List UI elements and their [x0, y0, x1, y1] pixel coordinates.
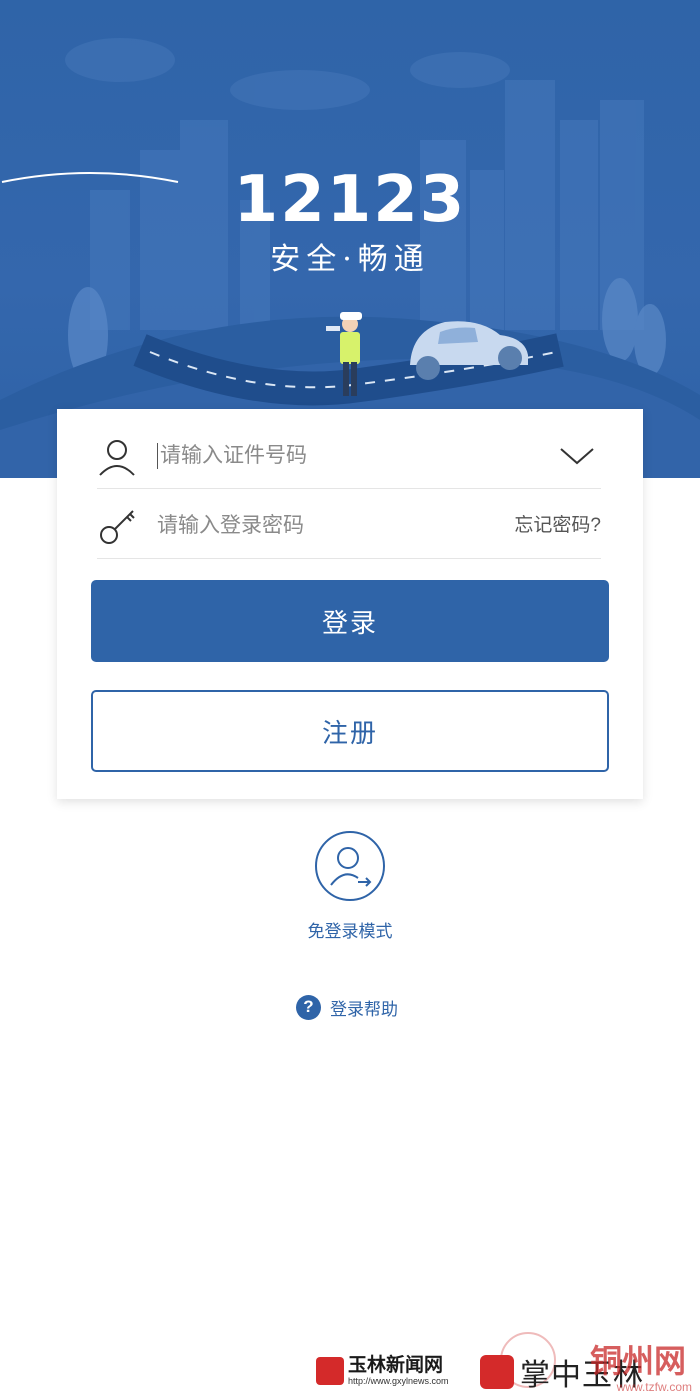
guest-user-icon[interactable]	[314, 830, 386, 902]
id-number-input[interactable]: 请输入证件号码	[157, 441, 307, 471]
password-field[interactable]: 请输入登录密码 忘记密码?	[97, 489, 601, 559]
app-slogan: 安全·畅通	[270, 242, 430, 277]
password-input[interactable]: 请输入登录密码	[157, 511, 304, 541]
brand-block: 12123 安全·畅通	[0, 168, 700, 280]
app-logo-icon	[480, 1355, 514, 1389]
register-button[interactable]: 注册	[91, 690, 609, 772]
login-help-label[interactable]: 登录帮助	[330, 995, 398, 1020]
guest-mode-button[interactable]: 免登录模式	[280, 830, 420, 943]
watermark-left: 玉林新闻网 http://www.gxylnews.com	[316, 1356, 449, 1386]
guest-mode-label[interactable]: 免登录模式	[280, 921, 420, 943]
watermark-overlay-url: www.tzfw.com	[616, 1380, 692, 1394]
id-number-field[interactable]: 请输入证件号码	[97, 419, 601, 489]
hero-banner: 12123 安全·畅通	[0, 0, 700, 478]
id-number-placeholder: 请输入证件号码	[160, 444, 307, 467]
login-button[interactable]: 登录	[91, 580, 609, 662]
watermark-overlay-text: 铜州网	[589, 1342, 686, 1380]
text-cursor	[157, 443, 158, 470]
watermark-left-title: 玉林新闻网	[348, 1355, 444, 1376]
watermark-left-url: http://www.gxylnews.com	[348, 1376, 449, 1386]
user-icon	[99, 440, 135, 476]
key-icon	[100, 510, 135, 544]
login-card: 请输入证件号码 请输入登录密码 忘记密码? 登录 注册	[57, 409, 643, 799]
login-help-link[interactable]: ? 登录帮助	[296, 993, 398, 1021]
watermark-bar: 玉林新闻网 http://www.gxylnews.com 掌中玉林 铜州网 w…	[0, 1332, 700, 1399]
question-icon[interactable]: ?	[296, 994, 321, 1020]
slogan-underline-swoosh	[1, 172, 179, 183]
news-logo-icon	[316, 1357, 344, 1385]
chevron-down-icon[interactable]	[557, 443, 597, 469]
forgot-password-link[interactable]: 忘记密码?	[514, 513, 601, 539]
